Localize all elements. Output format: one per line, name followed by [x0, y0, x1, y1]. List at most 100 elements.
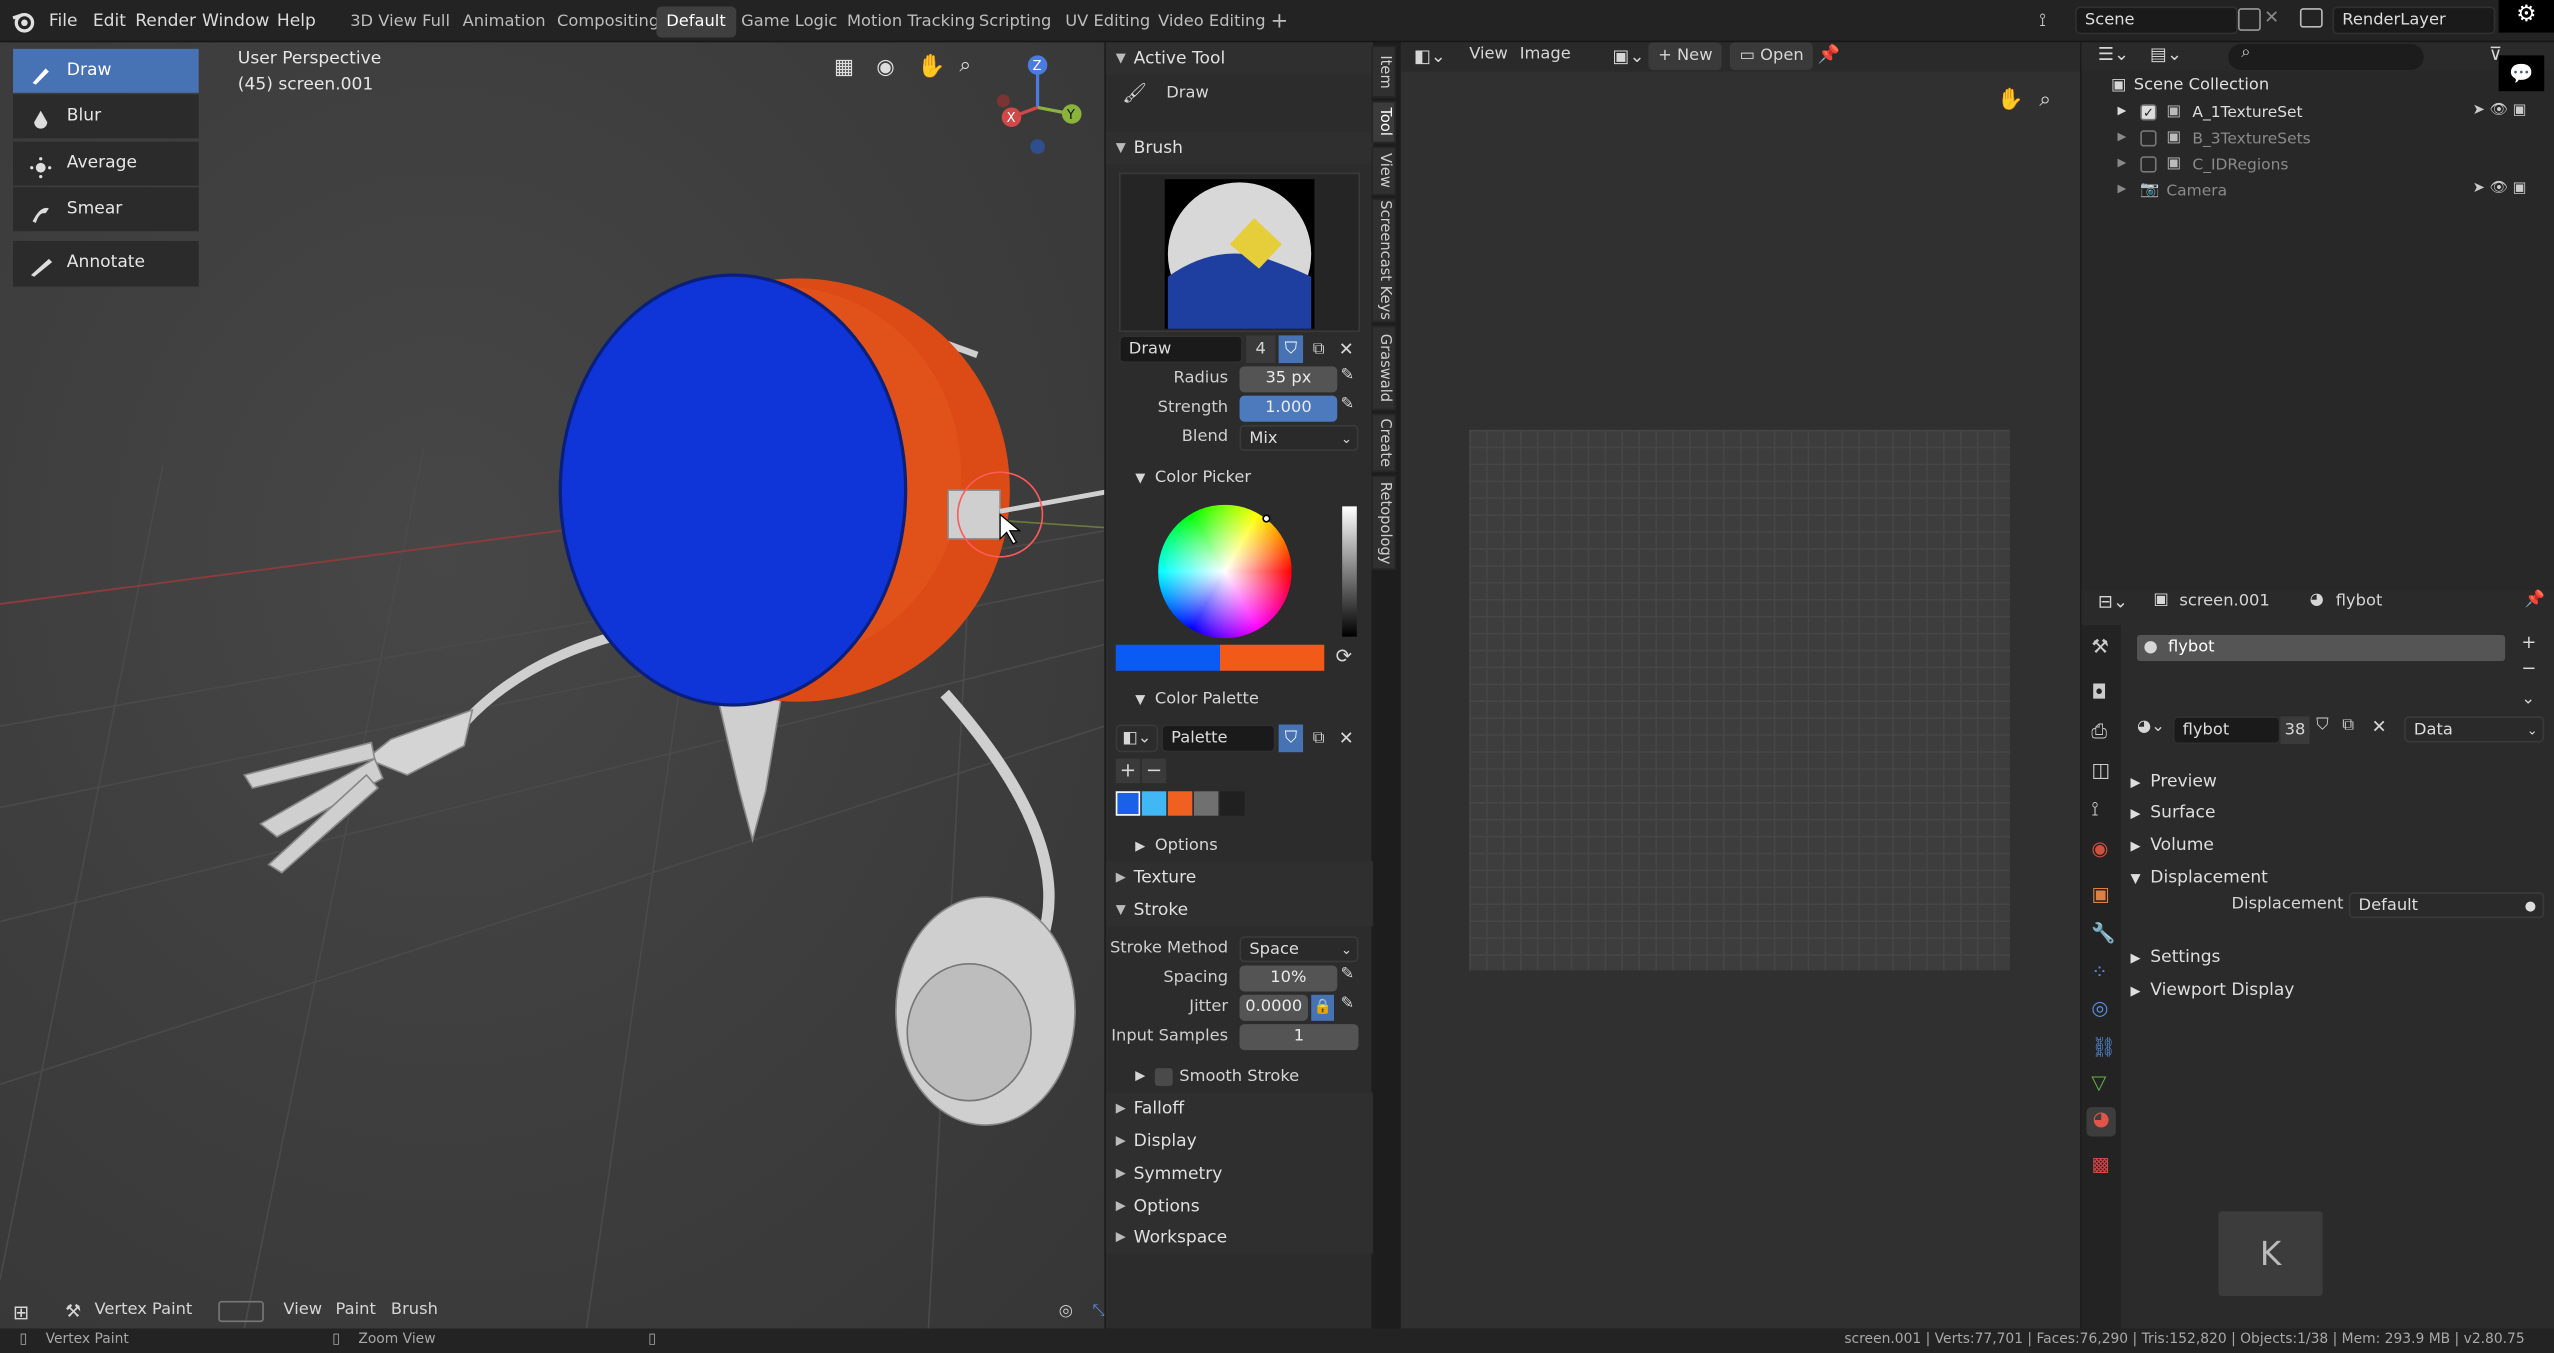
- tab-scripting[interactable]: Scripting: [969, 7, 1061, 38]
- scene-tab-icon[interactable]: ⟟: [2091, 798, 2098, 822]
- color-palette-header[interactable]: ▼ Color Palette: [1106, 684, 1373, 717]
- 3d-viewport[interactable]: Draw Blur Average Smear Annotate User Pe…: [0, 42, 1105, 1329]
- visibility-toggles[interactable]: ➤ 👁 ▣: [2473, 103, 2527, 119]
- constraints-tab-icon[interactable]: ⛓: [2091, 1036, 2116, 1059]
- mode-dropdown[interactable]: Vertex Paint: [94, 1301, 192, 1319]
- output-tab-icon[interactable]: ⎙: [2091, 720, 2107, 744]
- menu-brush[interactable]: Brush: [391, 1301, 438, 1319]
- duplicate-palette-icon[interactable]: ⧉: [1306, 725, 1330, 753]
- fake-user-shield-icon[interactable]: ⛉: [1278, 335, 1304, 364]
- display-mode-icon[interactable]: ▤⌄: [2150, 44, 2182, 65]
- material-section-header[interactable]: ▶ Settings: [2131, 948, 2546, 974]
- stroke-header[interactable]: ▼ Stroke: [1105, 893, 1374, 927]
- flybot-model[interactable]: [228, 221, 1105, 1133]
- active-tool-header[interactable]: ▼ Active Tool: [1105, 42, 1374, 75]
- lock-icon[interactable]: 🔒: [1311, 994, 1335, 1021]
- material-name-field[interactable]: flybot: [2172, 716, 2281, 745]
- slot-specials-icon[interactable]: ⌄: [2521, 690, 2535, 708]
- remove-color-button[interactable]: −: [1141, 758, 1167, 784]
- remove-slot-button[interactable]: −: [2521, 658, 2536, 679]
- zoom-icon[interactable]: ⌕: [959, 54, 971, 78]
- outliner-row[interactable]: ▶ ▣ B_3TextureSets: [2082, 127, 2554, 153]
- value-slider[interactable]: [1342, 506, 1357, 637]
- expand-triangle-icon[interactable]: ▶: [2117, 182, 2126, 195]
- modifier-tab-icon[interactable]: 🔧: [2091, 922, 2115, 945]
- brush-preview-frame[interactable]: [1119, 172, 1361, 333]
- editor-type-icon[interactable]: ⊟⌄: [2098, 591, 2128, 612]
- image-editor[interactable]: ◧⌄ View Image ▣⌄ + New ▭ Open 📌 ✋ ⌕: [1400, 42, 2081, 1329]
- physics-tab-icon[interactable]: ◎: [2091, 996, 2108, 1019]
- tool-annotate[interactable]: Annotate: [13, 240, 199, 287]
- tab-video-editing[interactable]: Video Editing: [1148, 7, 1275, 38]
- tab-game-logic[interactable]: Game Logic: [731, 7, 847, 38]
- stroke-method-dropdown[interactable]: Space ⌄: [1239, 936, 1359, 963]
- exclude-checkbox[interactable]: ✓: [2140, 104, 2157, 121]
- palette-swatch[interactable]: [1167, 791, 1193, 816]
- exclude-checkbox[interactable]: [2140, 130, 2157, 147]
- menu-view[interactable]: View: [1469, 46, 1508, 64]
- palette-browse-icon[interactable]: ◧⌄: [1115, 724, 1159, 753]
- outliner-search-input[interactable]: ⌕: [2228, 43, 2424, 71]
- texture-header[interactable]: ▶ Texture: [1105, 861, 1374, 894]
- world-tab-icon[interactable]: ◉: [2091, 837, 2108, 860]
- paint-mask-icon[interactable]: [218, 1300, 264, 1323]
- duplicate-material-icon[interactable]: ⧉: [2342, 716, 2354, 734]
- tab-uv-editing[interactable]: UV Editing: [1055, 7, 1160, 38]
- expand-triangle-icon[interactable]: ▶: [2117, 104, 2126, 117]
- radius-slider[interactable]: 35 px: [1239, 366, 1338, 393]
- material-browse-icon[interactable]: ◕⌄: [2137, 718, 2165, 736]
- spacing-slider[interactable]: 10%: [1239, 965, 1338, 992]
- object-tab-icon[interactable]: ▣: [2091, 882, 2109, 905]
- outliner-row[interactable]: ▶ 📷 Camera ➤ 👁 ▣: [2082, 179, 2554, 205]
- palette-swatch[interactable]: [1141, 791, 1167, 816]
- pin-icon[interactable]: 📌: [2525, 591, 2545, 609]
- exclude-checkbox[interactable]: [2140, 156, 2157, 173]
- outliner-row[interactable]: ▶ ▣ C_IDRegions: [2082, 153, 2554, 179]
- tool-blur[interactable]: Blur: [13, 94, 199, 139]
- tab-compositing[interactable]: Compositing: [547, 7, 669, 38]
- image-browse-icon[interactable]: ▣⌄: [1613, 46, 1645, 67]
- menu-paint[interactable]: Paint: [336, 1301, 376, 1319]
- material-section-header[interactable]: ▼ Displacement: [2131, 868, 2546, 894]
- swap-colors-icon[interactable]: ⟳: [1336, 645, 1352, 668]
- unlink-palette-icon[interactable]: ✕: [1334, 725, 1358, 753]
- material-link-dropdown[interactable]: Data ⌄: [2404, 716, 2545, 743]
- workspace-header[interactable]: ▶ Workspace: [1105, 1221, 1374, 1254]
- tab-retopology[interactable]: Retopology: [1371, 475, 1396, 570]
- data-tab-icon[interactable]: ▽: [2091, 1071, 2106, 1094]
- symmetry-header[interactable]: ▶ Symmetry: [1105, 1157, 1374, 1191]
- display-header[interactable]: ▶ Display: [1105, 1125, 1374, 1158]
- unlink-material-icon[interactable]: ✕: [2372, 716, 2387, 737]
- secondary-color-swatch[interactable]: [1219, 644, 1325, 671]
- expand-triangle-icon[interactable]: ▶: [2117, 130, 2126, 143]
- view-layer-tab-icon[interactable]: ◫: [2091, 759, 2109, 782]
- blend-dropdown[interactable]: Mix ⌄: [1239, 424, 1359, 452]
- tool-average[interactable]: Average: [13, 141, 199, 186]
- smooth-stroke-checkbox[interactable]: [1154, 1068, 1173, 1086]
- strength-pressure-icon[interactable]: ✎: [1341, 396, 1355, 414]
- scene-field[interactable]: Scene: [2075, 6, 2239, 35]
- input-samples-slider[interactable]: 1: [1239, 1024, 1359, 1051]
- tab-3d-view-full[interactable]: 3D View Full: [340, 7, 459, 38]
- tab-animation[interactable]: Animation: [453, 7, 556, 38]
- spacing-pressure-icon[interactable]: ✎: [1341, 965, 1355, 983]
- navigation-gizmo[interactable]: Z Y X: [990, 52, 1088, 156]
- fake-user-shield-icon[interactable]: ⛉: [2316, 716, 2328, 734]
- tab-default[interactable]: Default: [656, 6, 736, 38]
- palette-name-field[interactable]: Palette: [1161, 724, 1276, 753]
- add-color-button[interactable]: +: [1115, 758, 1141, 784]
- image-canvas[interactable]: [1469, 429, 2010, 971]
- menu-edit[interactable]: Edit: [86, 7, 132, 36]
- material-section-header[interactable]: ▶ Preview: [2131, 772, 2546, 798]
- palette-swatch[interactable]: [1115, 791, 1141, 816]
- brush-name-field[interactable]: Draw: [1119, 335, 1243, 364]
- material-section-header[interactable]: ▶ Volume: [2131, 835, 2546, 861]
- tab-graswald[interactable]: Graswald: [1371, 325, 1396, 411]
- tab-item[interactable]: Item: [1371, 45, 1396, 98]
- tab-create[interactable]: Create: [1371, 413, 1396, 473]
- strength-slider[interactable]: 1.000: [1239, 395, 1338, 422]
- material-section-header[interactable]: ▶ Surface: [2131, 803, 2546, 829]
- menu-help[interactable]: Help: [270, 7, 322, 36]
- add-slot-button[interactable]: +: [2521, 632, 2536, 653]
- render-tab-icon[interactable]: ◘: [2091, 681, 2106, 704]
